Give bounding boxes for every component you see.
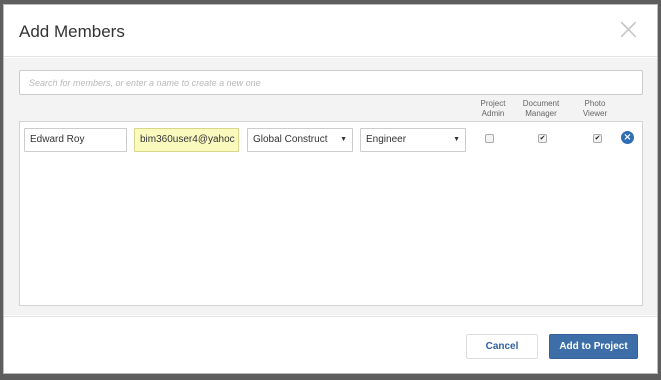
dialog-title: Add Members: [19, 22, 125, 41]
column-header-photo-viewer: Photo Viewer: [582, 99, 608, 118]
role-select[interactable]: Engineer ▼: [360, 128, 466, 152]
member-search-input[interactable]: [19, 70, 643, 95]
dialog-footer: Cancel Add to Project: [4, 316, 657, 374]
member-name-field[interactable]: Edward Roy: [24, 128, 127, 152]
company-select-value: Global Construct: [253, 134, 328, 145]
role-select-value: Engineer: [366, 134, 407, 145]
caret-down-icon: ▼: [340, 136, 347, 143]
document-manager-checkbox[interactable]: ✔: [538, 134, 547, 143]
project-admin-checkbox[interactable]: [485, 134, 494, 143]
photo-viewer-checkbox[interactable]: ✔: [593, 134, 602, 143]
close-icon[interactable]: ×: [616, 15, 641, 45]
member-email-field[interactable]: bim360user4@yahoc: [134, 128, 239, 152]
member-list: Edward Roy bim360user4@yahoc Global Cons…: [19, 121, 643, 306]
remove-member-icon[interactable]: ×: [621, 131, 634, 144]
add-to-project-button[interactable]: Add to Project: [549, 334, 638, 359]
member-row: Edward Roy bim360user4@yahoc Global Cons…: [20, 122, 642, 162]
cancel-button[interactable]: Cancel: [466, 334, 538, 359]
dialog-body: Project Admin Document Manager Photo Vie…: [4, 58, 657, 315]
column-header-project-admin: Project Admin: [480, 99, 506, 118]
column-header-document-manager: Document Manager: [522, 99, 560, 118]
company-select[interactable]: Global Construct ▼: [247, 128, 353, 152]
caret-down-icon: ▼: [453, 136, 460, 143]
dialog-header: Add Members ×: [4, 5, 657, 57]
add-members-dialog: Add Members × Project Admin Document Man…: [3, 4, 658, 374]
